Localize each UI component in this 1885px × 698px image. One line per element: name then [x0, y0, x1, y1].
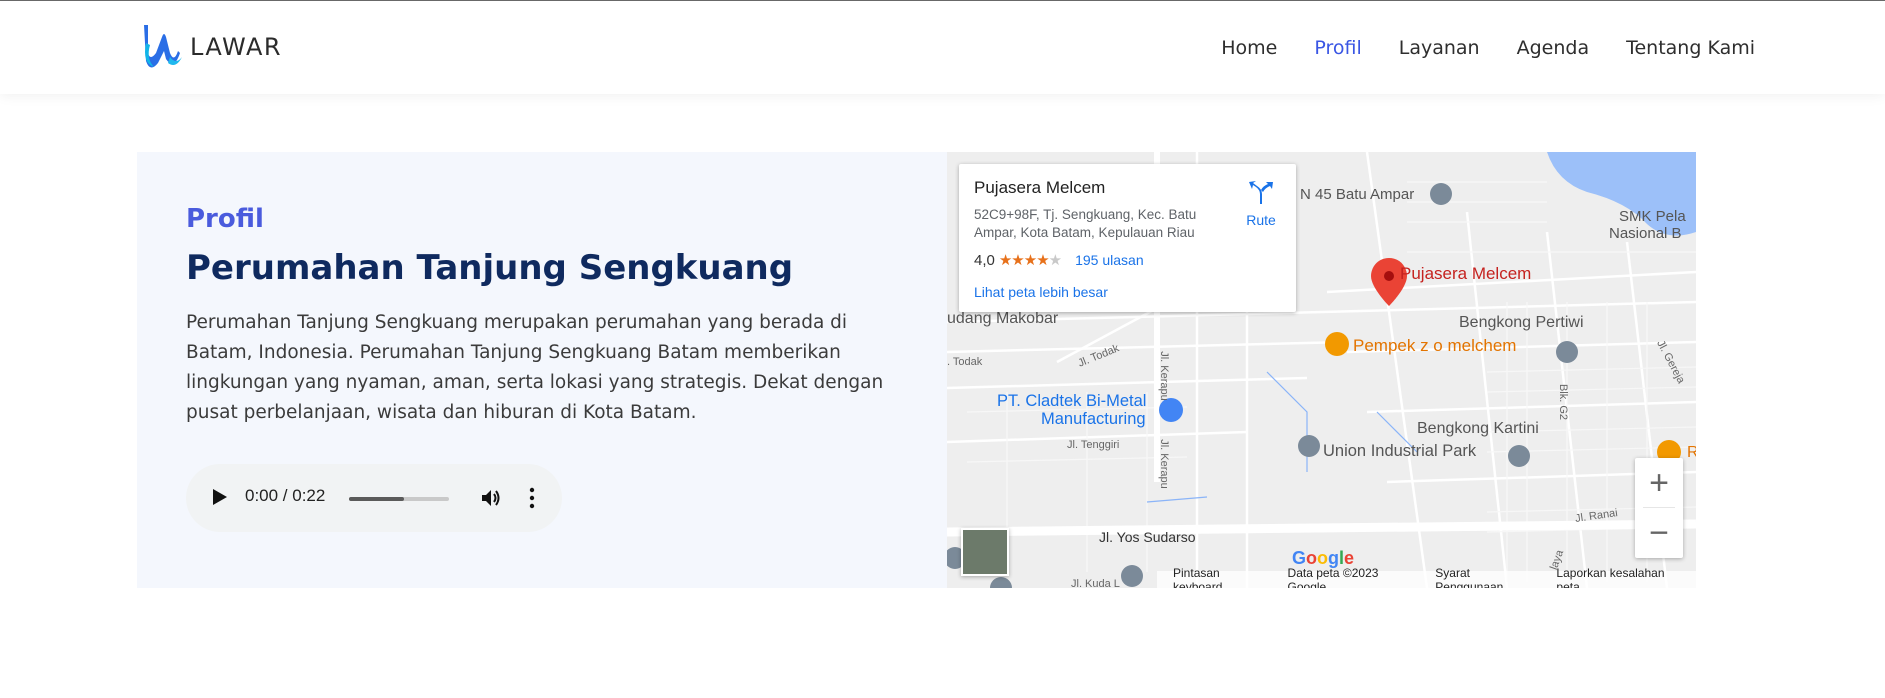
satellite-toggle[interactable]: [961, 528, 1009, 576]
nav-layanan[interactable]: Layanan: [1399, 37, 1480, 59]
main-nav: Home Profil Layanan Agenda Tentang Kami: [1184, 37, 1755, 59]
map-label-pt-1: PT. Cladtek Bi-Metal: [997, 392, 1147, 410]
page-title: Perumahan Tanjung Sengkuang: [186, 248, 794, 288]
place-address: 52C9+98F, Tj. Sengkuang, Kec. Batu Ampar…: [974, 207, 1197, 240]
map-label-smk1: SMK Pela: [1619, 208, 1686, 225]
terms-link[interactable]: Syarat Penggunaan: [1435, 566, 1540, 589]
place-rating: 4,0 ★★★★★ 195 ulasan: [974, 251, 1144, 270]
profile-description: Perumahan Tanjung Sengkuang merupakan pe…: [186, 312, 884, 423]
map-label-smk2: Nasional B: [1609, 225, 1682, 242]
place-name: Pujasera Melcem: [974, 178, 1106, 197]
route-button[interactable]: Rute: [1239, 180, 1283, 228]
map-label-pin: Pujasera Melcem: [1400, 264, 1532, 283]
brand-logo[interactable]: LAWAR: [140, 23, 282, 71]
map-label-kerapu-2: Jl. Kerapu: [1157, 439, 1170, 489]
nav-profil[interactable]: Profil: [1314, 37, 1361, 59]
section-eyebrow: Profil: [186, 204, 264, 234]
profile-section: Profil Perumahan Tanjung Sengkuang Perum…: [137, 152, 1696, 588]
route-label: Rute: [1246, 212, 1276, 228]
map-label-bengkong-kartini: Bengkong Kartini: [1417, 420, 1539, 437]
audio-progress-track[interactable]: [349, 497, 449, 501]
map-label-pt-2: Manufacturing: [1041, 410, 1146, 428]
rating-value: 4,0: [974, 251, 995, 269]
audio-time: 0:00 / 0:22: [245, 486, 326, 505]
nav-home[interactable]: Home: [1221, 37, 1277, 59]
view-larger-map-link[interactable]: Lihat peta lebih besar: [974, 284, 1108, 300]
volume-icon[interactable]: [479, 486, 503, 510]
map-label-union: Union Industrial Park: [1323, 442, 1477, 460]
place-info-card: Pujasera Melcem 52C9+98F, Tj. Sengkuang,…: [959, 164, 1296, 312]
directions-icon: [1249, 181, 1273, 204]
zoom-in-button[interactable]: +: [1635, 458, 1683, 508]
audio-player: 0:00 / 0:22: [186, 464, 562, 532]
report-error-link[interactable]: Laporkan kesalahan peta: [1556, 566, 1690, 589]
play-icon[interactable]: [213, 489, 227, 505]
map-label-gudang: udang Makobar: [947, 310, 1059, 327]
zoom-controls: + −: [1635, 458, 1683, 558]
map-label-blk: Blk. G2: [1557, 383, 1570, 421]
map-label-kuda: Jl. Kuda L: [1071, 578, 1120, 588]
zoom-out-button[interactable]: −: [1635, 508, 1683, 558]
map-label-kerapu-1: Jl. Kerapu: [1157, 351, 1170, 401]
map-footer: Pintasan keyboard Data peta ©2023 Google…: [1157, 566, 1696, 588]
nav-agenda[interactable]: Agenda: [1517, 37, 1590, 59]
map-data-credit: Data peta ©2023 Google: [1287, 565, 1379, 589]
lawar-logo-icon: [144, 25, 182, 68]
more-options-icon[interactable]: [529, 486, 535, 510]
map-label-school: N 45 Batu Ampar: [1300, 186, 1415, 203]
embedded-map[interactable]: Pujasera Melcem N 45 Batu Ampar SMK Pela…: [947, 152, 1696, 588]
nav-tentang-kami[interactable]: Tentang Kami: [1626, 37, 1755, 59]
star-rating-icon: ★★★★★: [998, 252, 1062, 269]
map-label-pempek: Pempek z o melchem: [1353, 336, 1517, 355]
map-label-r: R: [1687, 444, 1696, 461]
reviews-link[interactable]: 195 ulasan: [1075, 252, 1144, 268]
profile-panel: Profil Perumahan Tanjung Sengkuang Perum…: [137, 152, 947, 588]
map-label-yos-sudarso: Jl. Yos Sudarso: [1099, 529, 1196, 545]
audio-progress-fill: [349, 497, 404, 501]
site-header: LAWAR Home Profil Layanan Agenda Tentang…: [0, 1, 1885, 94]
map-label-tenggiri: Jl. Tenggiri: [1067, 439, 1120, 451]
map-label-bengkong-pertiwi: Bengkong Pertiwi: [1459, 314, 1584, 331]
brand-name: LAWAR: [190, 33, 283, 61]
keyboard-shortcuts-link[interactable]: Pintasan keyboard: [1173, 566, 1272, 589]
map-label-todak: . Todak: [947, 356, 983, 368]
